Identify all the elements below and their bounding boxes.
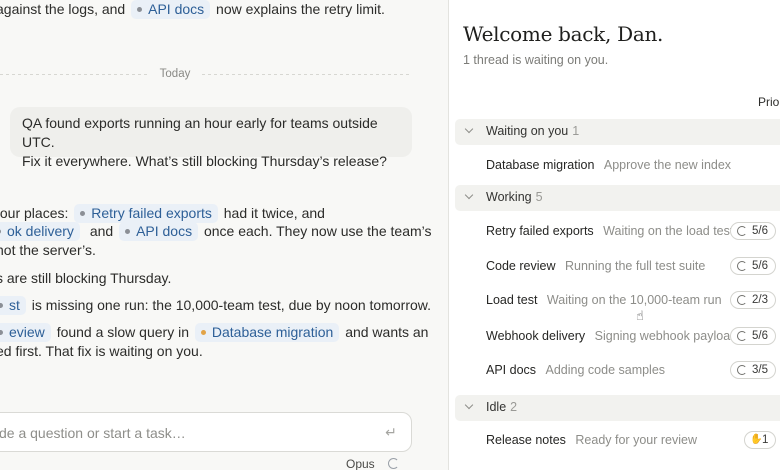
mouse-cursor-icon: ☝	[636, 308, 644, 323]
progress-badge: 2/3	[730, 291, 776, 309]
thread-status: Adding code samples	[545, 363, 666, 377]
text-run: now explains the retry limit.	[216, 1, 385, 17]
progress-text: 5/6	[752, 225, 768, 237]
priority-column-header[interactable]: Prio	[758, 95, 779, 109]
thread-name: Retry failed exports	[486, 224, 594, 238]
user-message: QA found exports running an hour early f…	[10, 107, 412, 169]
thread-name: Load test	[486, 293, 538, 307]
thread-chip-load-test[interactable]: st	[0, 296, 26, 315]
progress-text: 2/3	[752, 294, 768, 306]
group-header-idle[interactable]: Idle 2	[455, 395, 780, 421]
progress-badge: 3/5	[730, 361, 776, 379]
reply-line: not the server’s.	[0, 242, 96, 258]
chat-pane: against the logs, and API docs now expla…	[0, 0, 448, 470]
thread-row-release-notes[interactable]: Release notes Ready for your review	[486, 430, 780, 450]
composer-input[interactable]	[0, 422, 369, 444]
reply-line: st is missing one run: the 10,000-team t…	[0, 294, 431, 316]
welcome-subtitle: 1 thread is waiting on you.	[463, 53, 609, 67]
thread-name: Database migration	[486, 158, 595, 172]
text-run: found a slow query in	[56, 324, 189, 340]
badge-count: 1	[762, 434, 769, 446]
reply-line: ed first. That fix is waiting on you.	[0, 343, 203, 359]
loading-spinner-icon	[388, 458, 399, 469]
progress-text: 5/6	[752, 330, 768, 342]
text-run: once each. They now use the team’s	[203, 223, 432, 239]
date-divider: Today	[0, 66, 410, 82]
message-text: against the logs, and API docs now expla…	[0, 0, 385, 20]
text-run: is missing one run: the 10,000-team test…	[31, 297, 431, 313]
group-header-working[interactable]: Working 5	[455, 185, 780, 211]
date-divider-label: Today	[159, 68, 191, 80]
progress-text: 3/5	[752, 364, 768, 376]
progress-badge: 5/6	[730, 222, 776, 240]
group-name: Idle	[486, 400, 507, 414]
model-selector[interactable]: Opus	[346, 457, 375, 470]
enter-icon[interactable]: ↵	[383, 424, 399, 440]
progress-badge: 5/6	[730, 257, 776, 275]
thread-status: Signing webhook payloads	[594, 329, 744, 343]
group-count: 1	[572, 124, 580, 138]
progress-ring-icon	[737, 331, 747, 341]
group-name: Working	[486, 190, 532, 204]
thread-status: Running the full test suite	[564, 259, 706, 273]
progress-ring-icon	[737, 226, 747, 236]
thread-status: Ready for your review	[575, 433, 697, 447]
thread-row-database-migration[interactable]: Database migration Approve the new index	[486, 155, 780, 175]
text-run: and wants an	[345, 324, 429, 340]
group-name: Waiting on you	[486, 124, 569, 138]
progress-ring-icon	[737, 365, 747, 375]
group-count: 5	[535, 190, 543, 204]
thread-status: Waiting on the load test	[603, 224, 734, 238]
thread-name: API docs	[486, 363, 537, 377]
welcome-title: Welcome back, Dan.	[463, 22, 664, 46]
progress-text: 5/6	[752, 260, 768, 272]
chevron-down-icon	[464, 191, 476, 203]
progress-badge: 5/6	[730, 327, 776, 345]
chevron-down-icon	[464, 401, 476, 413]
thread-chip-api-docs[interactable]: API docs	[131, 0, 211, 19]
hand-icon: ✋	[750, 434, 763, 445]
thread-status: Waiting on the 10,000-team run	[546, 293, 722, 307]
reply-line: s are still blocking Thursday.	[0, 270, 172, 286]
thread-chip-api-docs[interactable]: API docs	[119, 222, 199, 241]
text-run: four places:	[0, 205, 69, 221]
progress-ring-icon	[737, 261, 747, 271]
user-message-line: Fix it everywhere. What’s still blocking…	[22, 153, 387, 169]
text-run: and	[89, 223, 114, 239]
threads-panel: Welcome back, Dan. 1 thread is waiting o…	[448, 0, 780, 470]
chevron-down-icon	[464, 125, 476, 137]
thread-name: Code review	[486, 259, 556, 273]
thread-chip-database-migration[interactable]: Database migration	[194, 323, 340, 342]
user-message-line: QA found exports running an hour early f…	[22, 115, 378, 150]
text-run: had it twice, and	[223, 205, 325, 221]
thread-name: Release notes	[486, 433, 566, 447]
text-run: against the logs, and	[0, 1, 126, 17]
group-count: 2	[510, 400, 518, 414]
group-header-waiting[interactable]: Waiting on you 1	[455, 119, 780, 145]
review-badge: ✋ 1	[744, 431, 776, 449]
progress-ring-icon	[737, 295, 747, 305]
thread-name: Webhook delivery	[486, 329, 586, 343]
composer: ↵	[0, 412, 412, 452]
thread-status: Approve the new index	[603, 158, 732, 172]
